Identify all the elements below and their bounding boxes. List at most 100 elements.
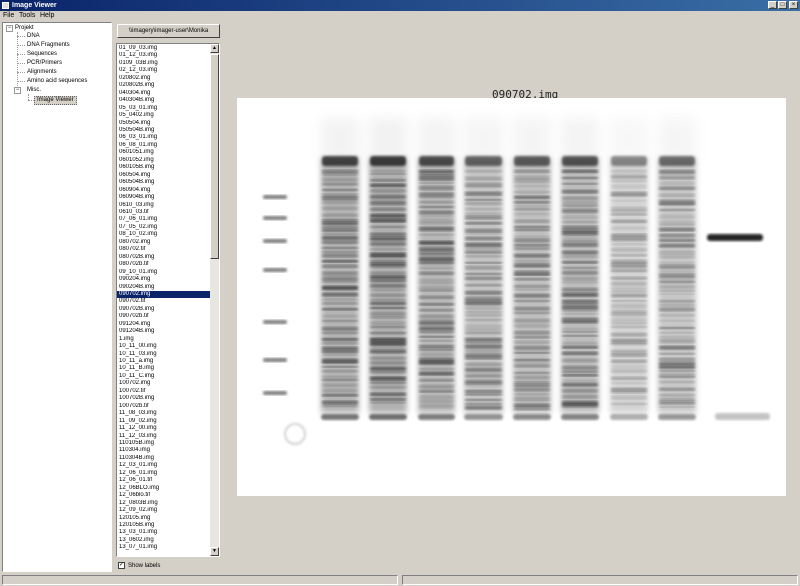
file-list-item[interactable]: 060105B.img (117, 164, 211, 171)
file-list-item[interactable]: 080702.tif (117, 246, 211, 253)
menu-file[interactable]: File (3, 12, 14, 20)
file-list-item[interactable]: 12_06_01.tif (117, 477, 211, 484)
gel-band (659, 255, 695, 259)
file-list-item[interactable]: 080702b.tif (117, 261, 211, 268)
file-list-item[interactable]: 01_09_03.img (117, 45, 211, 52)
file-list-item[interactable]: 10_11_C.img (117, 373, 211, 380)
file-list-item[interactable]: 100702.img (117, 380, 211, 387)
file-list-scrollbar[interactable]: ▲ ▼ (210, 44, 219, 556)
file-list-item[interactable]: 10_11_a.img (117, 358, 211, 365)
file-list-item[interactable]: 110304B.img (117, 455, 211, 462)
image-canvas[interactable] (237, 98, 786, 496)
file-list-item[interactable]: 0601051.img (117, 149, 211, 156)
menu-help[interactable]: Help (40, 12, 54, 20)
file-list-item[interactable]: 05_03_01.img (117, 105, 211, 112)
file-list-item[interactable]: 091204B.img (117, 328, 211, 335)
file-list-item[interactable]: 090702b.tif (117, 313, 211, 320)
file-list-item[interactable]: 10_11_00.img (117, 343, 211, 350)
file-list-item[interactable]: 11_08_03.img (117, 410, 211, 417)
file-list-item[interactable]: 060504.img (117, 172, 211, 179)
file-list-item[interactable]: 100702b.tif (117, 403, 211, 410)
scroll-up-icon[interactable]: ▲ (210, 44, 219, 53)
file-list-item[interactable]: 020802.img (117, 75, 211, 82)
gel-band (514, 381, 550, 384)
collapse-icon[interactable]: − (6, 25, 13, 32)
file-list-item[interactable]: 02_12_03.img (117, 67, 211, 74)
tree-item-amino-acid-sequences[interactable]: Amino acid sequences (27, 78, 87, 85)
file-list-item[interactable]: 0610_03.img (117, 202, 211, 209)
file-list-item[interactable]: 12_0803B.img (117, 500, 211, 507)
file-list-item[interactable]: 100702.tif (117, 388, 211, 395)
gel-band (514, 239, 550, 243)
file-list-item[interactable]: 100702B.img (117, 395, 211, 402)
file-list-item[interactable]: 12_06_01.img (117, 470, 211, 477)
file-list-item[interactable]: 11_12_00.img (117, 425, 211, 432)
file-list-item[interactable]: 13_07_01.img (117, 544, 211, 551)
close-button[interactable]: × (789, 1, 798, 9)
file-list-item[interactable]: 1.img (117, 336, 211, 343)
file-list-item[interactable]: 13_0602.img (117, 537, 211, 544)
tree-item-dna[interactable]: DNA (27, 33, 40, 40)
file-list-item[interactable]: 08_10_02.img (117, 231, 211, 238)
file-list-item[interactable]: 06_08_01.img (117, 142, 211, 149)
tree-item-pcr-primers[interactable]: PCR/Primers (27, 60, 62, 67)
file-list-item[interactable]: 12_09_02.img (117, 507, 211, 514)
file-list-item[interactable]: 050504.img (117, 120, 211, 127)
file-list-item[interactable]: 060904B.img (117, 194, 211, 201)
scroll-thumb[interactable] (210, 54, 219, 259)
tree-item-dna-fragments[interactable]: DNA Fragments (27, 42, 70, 49)
file-list-item[interactable]: 090204.img (117, 276, 211, 283)
file-list-item[interactable]: 11_12_03.img (117, 433, 211, 440)
file-list-item[interactable]: 060504B.img (117, 179, 211, 186)
file-list-item[interactable]: 110105B.img (117, 440, 211, 447)
show-labels-checkbox[interactable]: ✓ (118, 562, 125, 569)
file-list-item[interactable]: 080702B.img (117, 254, 211, 261)
minimize-button[interactable]: _ (768, 1, 777, 9)
file-list-item[interactable]: 120105B.img (117, 522, 211, 529)
file-list-item[interactable]: 10_11_B.img (117, 365, 211, 372)
file-list-item[interactable]: 07_06_01.img (117, 216, 211, 223)
tree-item-alignments[interactable]: Alignments (27, 69, 57, 76)
file-list-item[interactable]: 050504B.img (117, 127, 211, 134)
file-list-item[interactable]: 091204.img (117, 321, 211, 328)
gel-band (465, 311, 502, 313)
file-list-item[interactable]: 01_12_03.img (117, 52, 211, 59)
file-list-item[interactable]: 10_11_03.img (117, 351, 211, 358)
file-list-item[interactable]: 11_09_02.img (117, 418, 211, 425)
tree-item-sequences[interactable]: Sequences (27, 51, 57, 58)
file-list-item[interactable]: 12_06blo.tif (117, 492, 211, 499)
folder-path-button[interactable]: \\imagery\imager-user\Monika (117, 24, 220, 38)
file-list-item[interactable]: 020802B.img (117, 82, 211, 89)
gel-band (322, 384, 358, 387)
file-list-item[interactable]: 12_03_01.img (117, 462, 211, 469)
gel-band (514, 264, 550, 268)
file-list-item[interactable]: 0601052.img (117, 157, 211, 164)
gel-band (419, 178, 454, 181)
tree-item-image-viewer[interactable]: Image Viewer (34, 96, 77, 105)
file-list-item[interactable]: 06_03_01.img (117, 134, 211, 141)
tree-item-projekt[interactable]: Projekt (15, 25, 34, 32)
file-list-item[interactable]: 060904.img (117, 187, 211, 194)
collapse-icon[interactable]: − (14, 87, 21, 94)
file-list-item[interactable]: 120105.img (117, 515, 211, 522)
tree-item-misc[interactable]: Misc. (27, 87, 41, 94)
file-list-item[interactable]: 13_03_01.img (117, 529, 211, 536)
maximize-button[interactable]: □ (778, 1, 787, 9)
file-list-item[interactable]: 0610_03.tif (117, 209, 211, 216)
menu-tools[interactable]: Tools (19, 12, 35, 20)
file-list-item[interactable]: 040304B.img (117, 97, 211, 104)
file-list-item[interactable]: 0109_03B.img (117, 60, 211, 67)
file-list-item[interactable]: 080702.img (117, 239, 211, 246)
file-list-item[interactable]: 090702.tif (117, 298, 211, 305)
file-list-item[interactable]: 09_10_01.img (117, 269, 211, 276)
file-list-item[interactable]: 040304.img (117, 90, 211, 97)
scroll-down-icon[interactable]: ▼ (210, 547, 219, 556)
file-list-item[interactable]: 07_05_02.img (117, 224, 211, 231)
file-list-item[interactable]: 12_06BLO.img (117, 485, 211, 492)
file-list-item[interactable]: 110304.img (117, 447, 211, 454)
file-list-item[interactable]: 090204B.img (117, 284, 211, 291)
file-list-item[interactable]: 05_0402.img (117, 112, 211, 119)
gel-band (419, 303, 454, 306)
file-list-item[interactable]: 090702.img (117, 290, 211, 299)
file-list-item[interactable]: 090702B.img (117, 306, 211, 313)
